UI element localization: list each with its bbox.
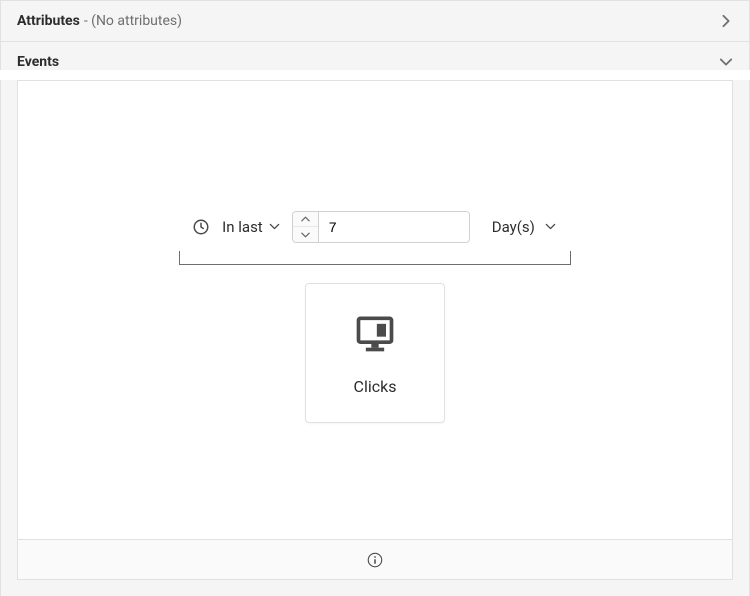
- stepper-up-button[interactable]: [293, 212, 318, 227]
- chevron-down-icon: [269, 218, 280, 236]
- time-range-operator-select[interactable]: In last: [220, 214, 282, 240]
- attributes-subtitle: - (No attributes): [84, 13, 182, 29]
- chevron-right-icon: [719, 14, 733, 28]
- events-title: Events: [17, 54, 59, 70]
- time-range-operator-label: In last: [222, 218, 263, 236]
- events-footer: [17, 540, 733, 580]
- events-canvas: In last Day(s): [17, 80, 733, 540]
- events-panel-header[interactable]: Events: [0, 42, 750, 70]
- info-icon[interactable]: [366, 551, 384, 569]
- time-range-value-input[interactable]: [319, 212, 469, 242]
- stepper-down-button[interactable]: [293, 227, 318, 242]
- event-card-label: Clicks: [354, 377, 397, 396]
- monitor-icon: [353, 311, 397, 355]
- events-panel-body-wrap: In last Day(s): [0, 80, 750, 596]
- time-range-value-stepper[interactable]: [292, 211, 470, 243]
- attributes-panel-header[interactable]: Attributes - (No attributes): [0, 0, 750, 42]
- clock-icon: [192, 218, 210, 236]
- time-range-unit-select[interactable]: Day(s): [490, 214, 558, 240]
- attributes-title: Attributes: [17, 13, 80, 29]
- attributes-title-group: Attributes - (No attributes): [17, 13, 182, 29]
- chevron-down-icon: [545, 218, 556, 236]
- time-range-row: In last Day(s): [192, 211, 558, 243]
- time-range-unit-label: Day(s): [492, 218, 535, 236]
- chevron-down-icon: [719, 55, 733, 69]
- event-card-clicks[interactable]: Clicks: [305, 283, 445, 423]
- stepper-buttons: [293, 212, 319, 242]
- time-range-bracket: [179, 251, 571, 265]
